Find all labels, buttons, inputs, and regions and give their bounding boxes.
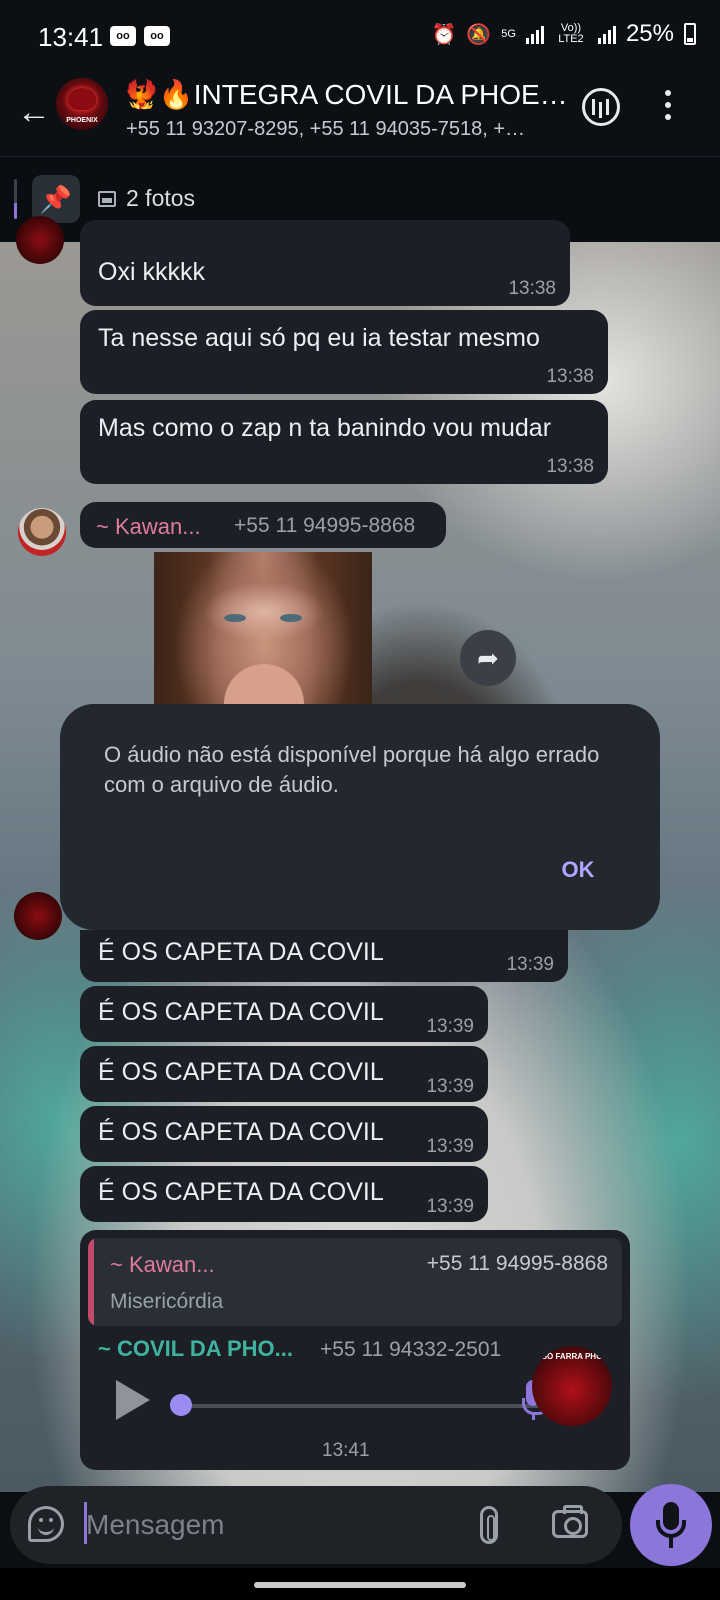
- alarm-icon: ⏰: [431, 23, 457, 46]
- chat-header: ← PHOENIX 🐦‍🔥🔥INTEGRA COVIL DA PHOE… +55…: [0, 72, 720, 156]
- record-audio-button[interactable]: [630, 1484, 712, 1566]
- signal-icon: [597, 24, 616, 44]
- message-bubble[interactable]: É OS CAPETA DA COVIL 13:39: [80, 986, 488, 1042]
- message-time: 13:38: [546, 456, 594, 477]
- sender-phone: +55 11 94995-8868: [234, 514, 416, 537]
- photo-detail: [224, 614, 246, 622]
- message-time: 13:38: [508, 278, 556, 299]
- message-bubble[interactable]: Mas como o zap n ta banindo vou mudar 13…: [80, 400, 608, 484]
- photo-detail: [280, 614, 302, 622]
- message-time: 13:39: [506, 954, 554, 975]
- quote-text: Misericórdia: [110, 1290, 224, 1313]
- audio-reply-bubble[interactable]: ~ Kawan... +55 11 94995-8868 Misericórdi…: [80, 1230, 630, 1470]
- status-right-icons: ⏰ 🔕 5G Vo)) LTE2 25%: [431, 20, 696, 48]
- quoted-message[interactable]: ~ Kawan... +55 11 94995-8868 Misericórdi…: [88, 1238, 622, 1326]
- message-time: 13:39: [426, 1016, 474, 1037]
- message-time: 13:39: [426, 1136, 474, 1157]
- message-time: 13:39: [426, 1196, 474, 1217]
- voicemail-icon: oo: [110, 26, 136, 46]
- message-input[interactable]: [86, 1500, 466, 1550]
- message-text: É OS CAPETA DA COVIL: [98, 1058, 384, 1086]
- dialog-ok-button[interactable]: OK: [538, 850, 618, 890]
- message-text: Oxi kkkkk: [98, 258, 205, 286]
- audio-progress-knob[interactable]: [170, 1394, 192, 1416]
- voice-chat-icon[interactable]: [582, 88, 620, 126]
- mute-icon: 🔕: [466, 23, 492, 46]
- volte-label: Vo)) LTE2: [558, 22, 584, 45]
- quote-bar: [88, 1238, 94, 1326]
- sender-name: ~ Kawan...: [96, 514, 201, 539]
- chat-title[interactable]: 🐦‍🔥🔥INTEGRA COVIL DA PHOE…: [124, 78, 568, 111]
- phoenix-logo-icon: [68, 88, 96, 110]
- network-5g-label: 5G: [501, 27, 516, 40]
- pin-indicator: [14, 179, 17, 219]
- message-time: 13:38: [546, 366, 594, 387]
- mic-icon-stem: [669, 1538, 673, 1548]
- camera-icon[interactable]: [552, 1505, 588, 1538]
- message-bubble[interactable]: É OS CAPETA DA COVIL 13:39: [80, 1166, 488, 1222]
- mic-icon-arc: [656, 1520, 686, 1538]
- battery-percent: 25%: [625, 20, 674, 47]
- message-text: É OS CAPETA DA COVIL: [98, 1178, 384, 1206]
- message-text: É OS CAPETA DA COVIL: [98, 1118, 384, 1146]
- dialog-message: O áudio não está disponível porque há al…: [104, 742, 600, 797]
- chat-members[interactable]: +55 11 93207-8295, +55 11 94035-7518, +…: [126, 118, 525, 141]
- message-text: É OS CAPETA DA COVIL: [98, 998, 384, 1026]
- photo-detail: [224, 664, 304, 704]
- back-arrow-icon[interactable]: ←: [14, 92, 54, 132]
- sender-avatar[interactable]: [16, 216, 64, 264]
- sticker-icon[interactable]: [28, 1506, 64, 1542]
- message-bubble[interactable]: É OS CAPETA DA COVIL 13:39: [80, 1106, 488, 1162]
- quote-sender-phone: +55 11 94995-8868: [426, 1252, 608, 1275]
- image-icon: [98, 191, 116, 207]
- signal-icon: [525, 24, 544, 44]
- home-gesture-handle[interactable]: [254, 1582, 466, 1588]
- voicemail-icon: oo: [144, 26, 170, 46]
- message-bubble[interactable]: Ta nesse aqui só pq eu ia testar mesmo 1…: [80, 310, 608, 394]
- message-bubble[interactable]: É OS CAPETA DA COVIL 13:39: [80, 1046, 488, 1102]
- audio-time: 13:41: [322, 1440, 370, 1461]
- play-icon[interactable]: [116, 1380, 150, 1420]
- kawan-sender-bubble[interactable]: ~ Kawan... +55 11 94995-8868: [80, 502, 446, 548]
- message-bubble[interactable]: Oxi kkkkk 13:38: [80, 220, 570, 306]
- avatar-label: PHOENIX: [66, 117, 98, 124]
- status-time: 13:41: [38, 22, 104, 52]
- kawan-avatar[interactable]: [18, 508, 66, 556]
- message-time: 13:39: [426, 1076, 474, 1097]
- more-options-icon[interactable]: [664, 90, 672, 126]
- message-bubble[interactable]: É OS CAPETA DA COVIL 13:39: [80, 930, 568, 982]
- message-text: Ta nesse aqui só pq eu ia testar mesmo: [98, 324, 540, 352]
- sender-avatar[interactable]: [14, 892, 62, 940]
- message-text: Mas como o zap n ta banindo vou mudar: [98, 414, 552, 442]
- message-input-bar: [10, 1486, 622, 1564]
- error-dialog: O áudio não está disponível porque há al…: [60, 704, 660, 930]
- attach-icon[interactable]: [480, 1506, 498, 1544]
- status-bar: 13:41 oo oo ⏰ 🔕 5G Vo)) LTE2 25%: [0, 0, 720, 72]
- navigation-bar: [0, 1568, 720, 1600]
- group-avatar[interactable]: PHOENIX: [56, 78, 108, 130]
- battery-icon: [684, 23, 696, 45]
- audio-sender-avatar[interactable]: SÓ FARRA PHO: [532, 1346, 612, 1426]
- audio-sender-name: ~ COVIL DA PHO...: [98, 1336, 293, 1361]
- forward-icon[interactable]: ➦: [460, 630, 516, 686]
- quote-sender-name: ~ Kawan...: [110, 1252, 215, 1277]
- pinned-text: 2 fotos: [126, 185, 196, 211]
- message-text: É OS CAPETA DA COVIL: [98, 938, 384, 966]
- audio-avatar-label: SÓ FARRA PHO: [541, 1352, 603, 1361]
- photo-message[interactable]: [154, 552, 372, 704]
- status-left-icons: oo oo: [110, 26, 170, 46]
- audio-sender-phone: +55 11 94332-2501: [320, 1338, 502, 1361]
